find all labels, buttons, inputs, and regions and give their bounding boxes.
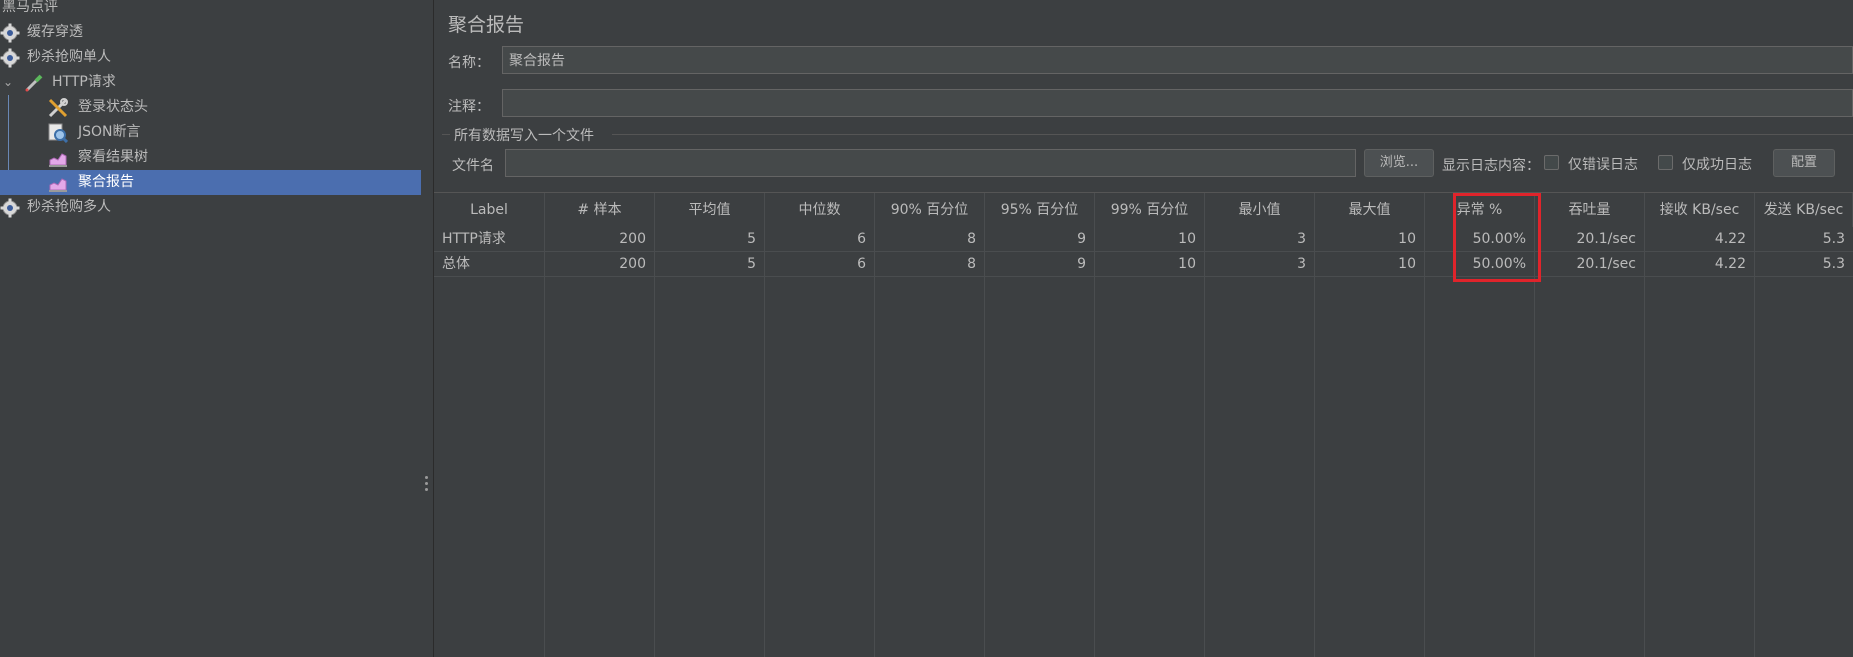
cell-average: 5 [747,256,756,272]
cell-throughput: 20.1/sec [1576,256,1637,272]
tree-node-aggregate-report[interactable]: 聚合报告 [0,170,421,195]
splitter-grip-dot [425,488,428,491]
column-divider [1534,227,1535,657]
aggregate-report-panel: 聚合报告 名称： 注释： 所有数据写入一个文件 文件名 浏览... 显示日志内容… [434,0,1853,657]
column-divider [1644,227,1645,657]
cell-max: 10 [1398,231,1416,247]
column-divider [1094,227,1095,657]
cell-average: 5 [747,231,756,247]
gear-icon [0,23,20,43]
cell-samples: 200 [619,256,646,272]
cell-error-percent: 50.00% [1472,256,1526,272]
browse-button[interactable]: 浏览... [1364,149,1434,177]
table-body: HTTP请求 200 5 6 8 9 10 3 10 50.00% 20.1/s… [434,227,1853,657]
cell-received-kb: 4.22 [1714,231,1746,247]
errors-only-label: 仅错误日志 [1568,157,1638,173]
cell-min: 3 [1297,256,1306,272]
chart-icon [48,173,68,193]
column-divider [654,227,655,657]
tree-node-label: 聚合报告 [78,174,134,190]
cell-p90: 8 [967,256,976,272]
tree-node-label: 秒杀抢购多人 [27,199,111,215]
column-divider [984,227,985,657]
name-field[interactable] [502,46,1853,74]
column-divider [874,227,875,657]
column-header-median[interactable]: 中位数 [765,193,875,227]
errors-only-checkbox[interactable] [1544,155,1559,170]
test-plan-tree: 黑马点评 缓存穿透 秒杀抢购单人 ⌄ HTTP请求 登录状态头 JSON断言 察… [0,0,422,657]
comment-label: 注释： [448,99,490,115]
cell-samples: 200 [619,231,646,247]
column-header-average[interactable]: 平均值 [655,193,765,227]
cell-max: 10 [1398,256,1416,272]
filename-label: 文件名 [452,158,494,174]
splitter-grip-dot [425,482,428,485]
column-header-max[interactable]: 最大值 [1315,193,1425,227]
column-divider [764,227,765,657]
cell-p99: 10 [1178,256,1196,272]
column-header-min[interactable]: 最小值 [1205,193,1315,227]
name-label: 名称： [448,55,490,71]
gear-icon [0,48,20,68]
chart-icon [48,148,68,168]
cell-throughput: 20.1/sec [1576,231,1637,247]
tree-node-label: 登录状态头 [78,99,148,115]
column-header-received-kb[interactable]: 接收 KB/sec [1645,193,1755,227]
pipette-icon [24,73,44,93]
column-divider [1754,227,1755,657]
cell-p95: 9 [1077,231,1086,247]
cell-label: 总体 [442,256,470,272]
section-title: 所有数据写入一个文件 [454,128,594,144]
column-header-samples[interactable]: # 样本 [545,193,655,227]
table-row[interactable]: 总体 200 5 6 8 9 10 3 10 50.00% 20.1/sec 4… [434,252,1853,277]
tree-root-label: 黑马点评 [2,0,58,15]
cell-p99: 10 [1178,231,1196,247]
column-divider [1314,227,1315,657]
success-only-checkbox[interactable] [1658,155,1673,170]
column-header-error-percent[interactable]: 异常 % [1425,193,1535,227]
tree-node-label: 缓存穿透 [27,24,83,40]
section-border [612,134,1853,135]
log-content-label: 显示日志内容： [1442,158,1540,174]
cell-median: 6 [857,256,866,272]
cell-p95: 9 [1077,256,1086,272]
column-header-p99[interactable]: 99% 百分位 [1095,193,1205,227]
cell-error-percent: 50.00% [1472,231,1526,247]
panel-splitter[interactable] [421,0,434,657]
column-divider [544,227,545,657]
gear-icon [0,198,20,218]
wrench-icon [48,98,68,118]
success-only-label: 仅成功日志 [1682,157,1752,173]
cell-sent-kb: 5.3 [1822,256,1845,272]
column-divider [1424,227,1425,657]
column-header-label[interactable]: Label [434,193,545,227]
cell-sent-kb: 5.3 [1822,231,1845,247]
section-border [442,134,450,135]
cell-label: HTTP请求 [442,231,506,247]
chevron-down-icon[interactable]: ⌄ [3,70,13,95]
config-button[interactable]: 配置 [1773,149,1835,177]
column-header-p90[interactable]: 90% 百分位 [875,193,985,227]
cell-received-kb: 4.22 [1714,256,1746,272]
splitter-grip-dot [425,476,428,479]
tree-node-label: HTTP请求 [52,74,116,90]
tree-node-label: 秒杀抢购单人 [27,49,111,65]
magnifier-icon [48,123,69,144]
cell-median: 6 [857,231,866,247]
cell-p90: 8 [967,231,976,247]
comment-field[interactable] [502,89,1853,117]
table-row[interactable]: HTTP请求 200 5 6 8 9 10 3 10 50.00% 20.1/s… [434,227,1853,252]
tree-node-label: 察看结果树 [78,149,148,165]
tree-node-label: JSON断言 [78,124,141,140]
column-header-throughput[interactable]: 吞吐量 [1535,193,1645,227]
cell-min: 3 [1297,231,1306,247]
column-divider [1204,227,1205,657]
panel-title: 聚合报告 [448,14,525,36]
column-header-p95[interactable]: 95% 百分位 [985,193,1095,227]
table-header: Label # 样本 平均值 中位数 90% 百分位 95% 百分位 99% 百… [434,192,1853,228]
aggregate-results-table: Label # 样本 平均值 中位数 90% 百分位 95% 百分位 99% 百… [434,192,1853,657]
filename-field[interactable] [505,149,1356,177]
column-header-sent-kb[interactable]: 发送 KB/sec [1755,193,1853,227]
